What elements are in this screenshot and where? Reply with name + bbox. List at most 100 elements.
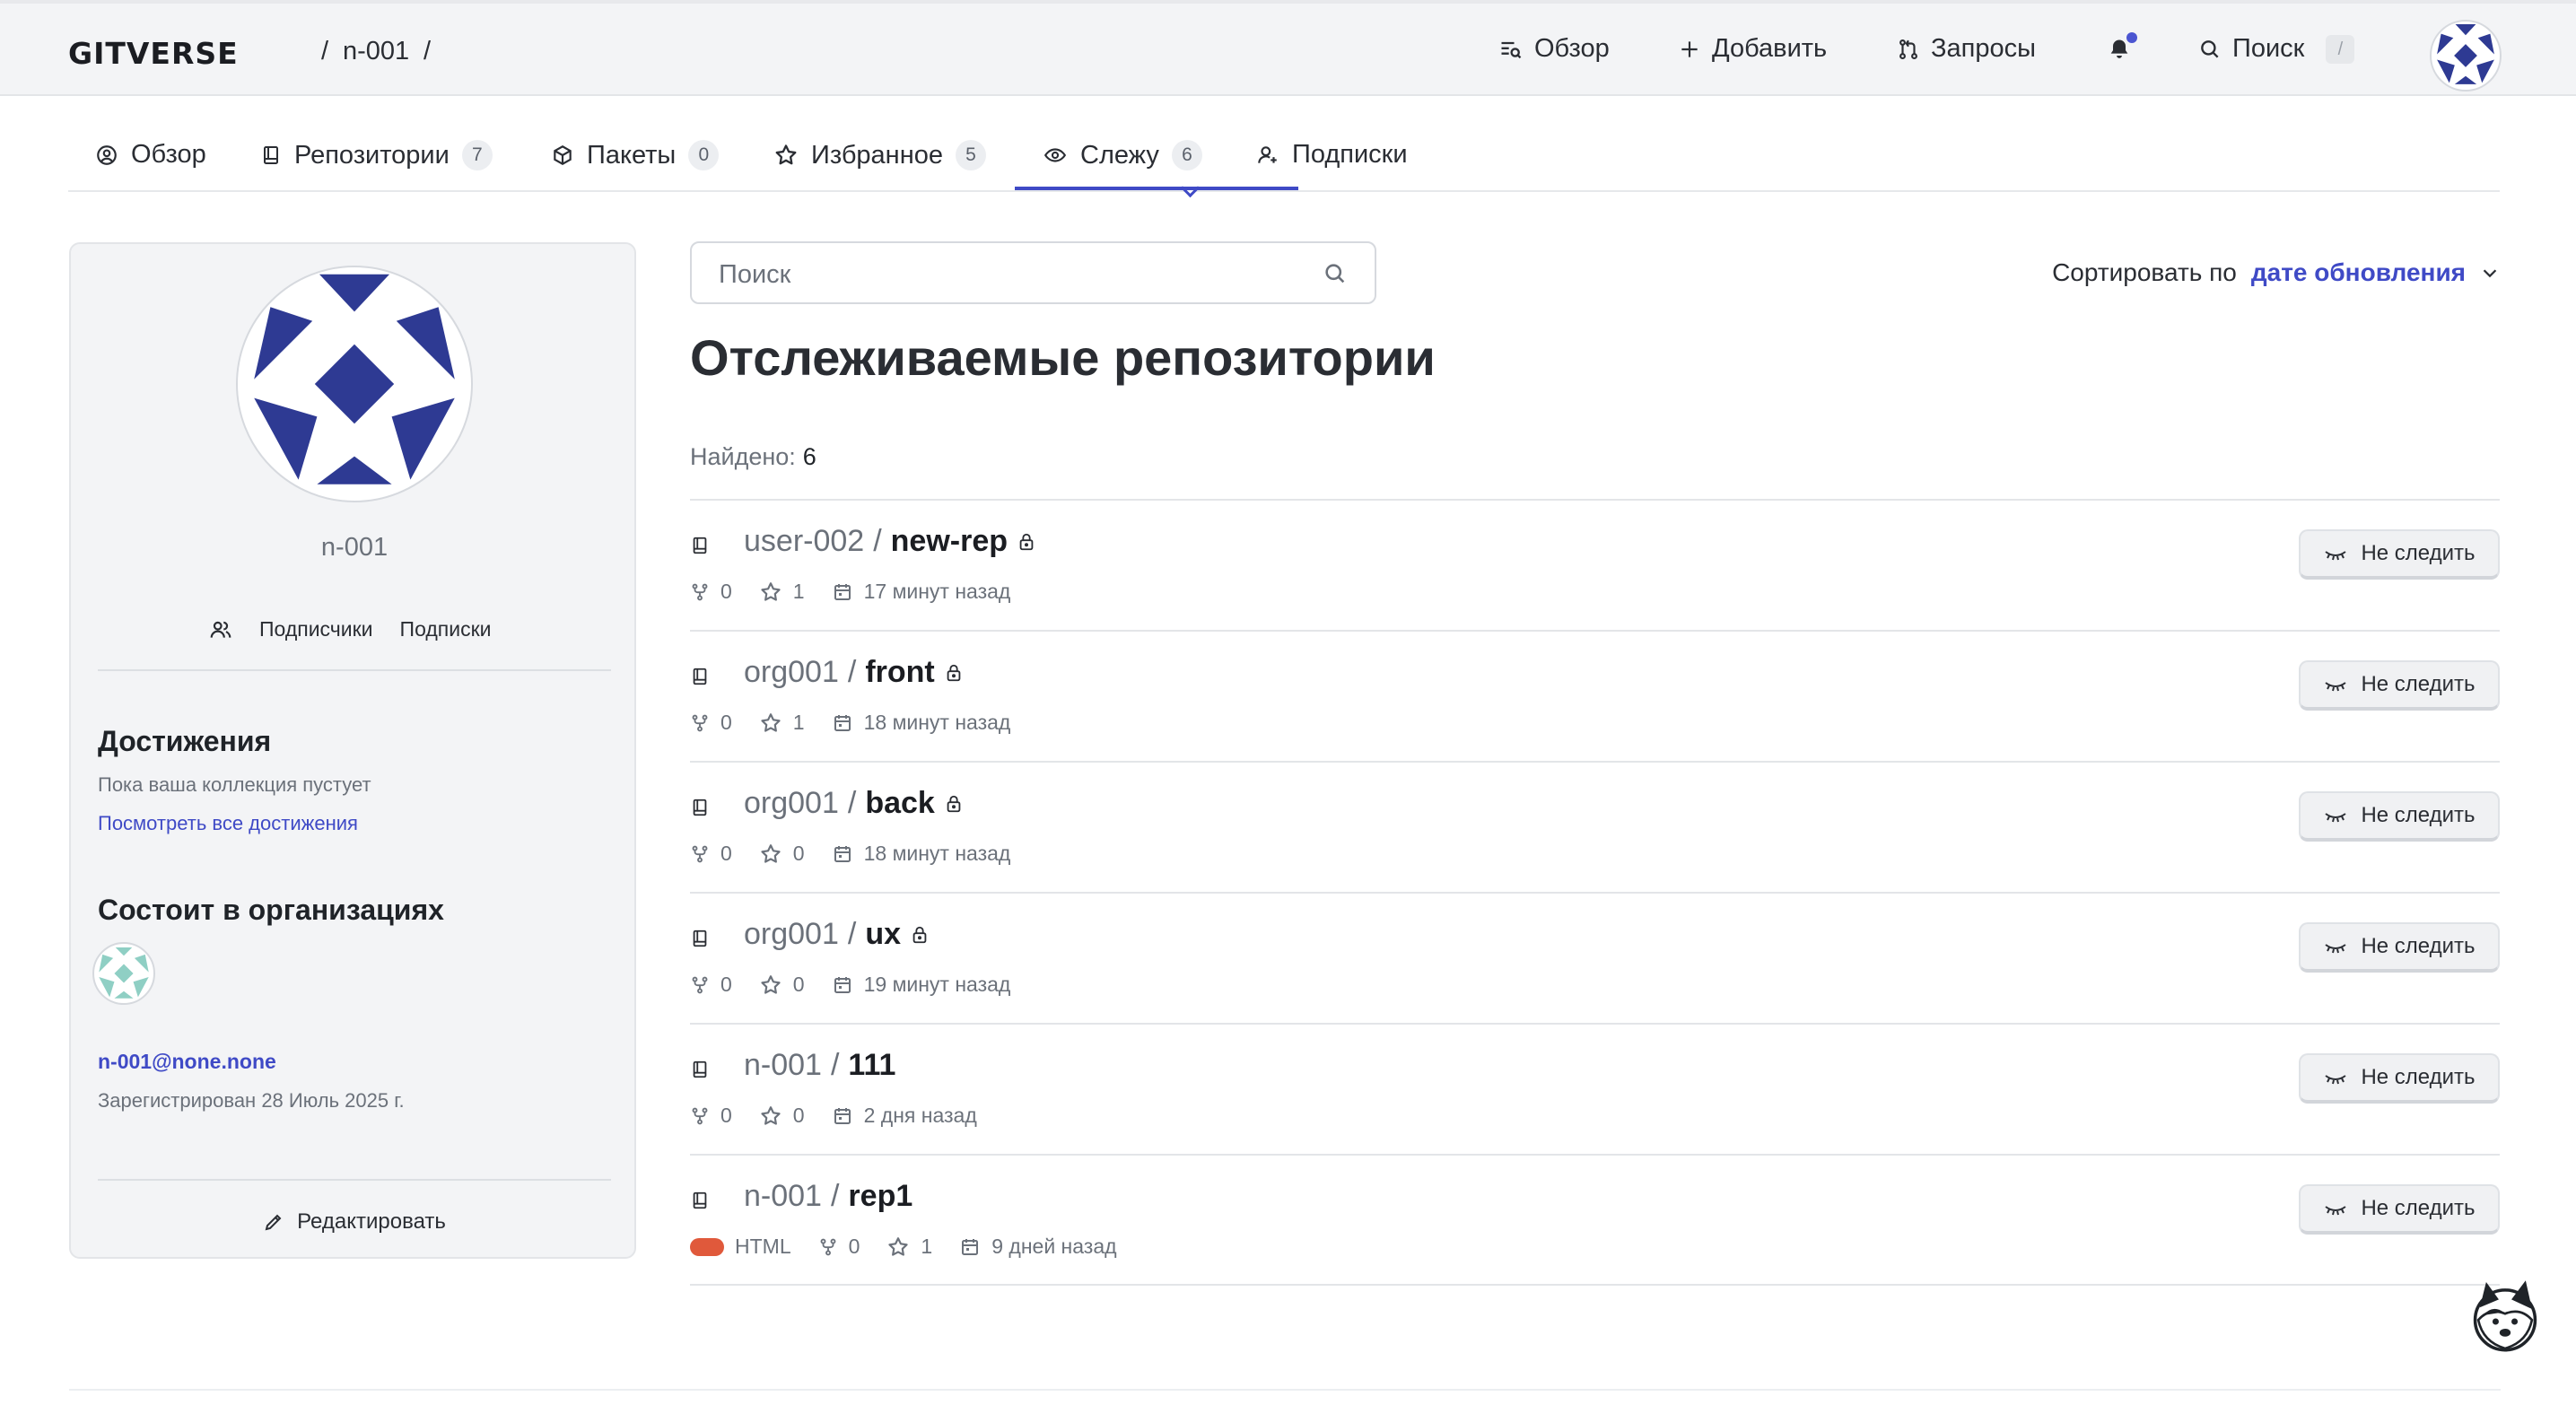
unwatch-button[interactable]: Не следить (2299, 660, 2500, 711)
repo-name[interactable]: new-rep (891, 524, 1008, 559)
repo-meta: 0 1 18 минут назад (690, 711, 1037, 735)
tab-repositories[interactable]: Репозитории 7 (260, 140, 493, 170)
unwatch-button[interactable]: Не следить (2299, 922, 2500, 973)
breadcrumb-user[interactable]: n-001 (343, 37, 409, 66)
repo-forks[interactable]: 0 (690, 711, 732, 735)
repo-meta: 0 0 18 минут назад (690, 842, 1037, 866)
edit-profile-button[interactable]: Редактировать (71, 1209, 638, 1235)
breadcrumb-separator: / (424, 37, 432, 65)
repo-title-link[interactable]: org001 / back (744, 786, 964, 821)
repo-name[interactable]: ux (865, 917, 901, 952)
unwatch-button[interactable]: Не следить (2299, 1184, 2500, 1235)
calendar-icon (832, 581, 853, 603)
profile-avatar (236, 266, 473, 502)
eye-icon (1043, 144, 1068, 167)
repo-meta: 0 1 17 минут назад (690, 580, 1037, 604)
repo-stars[interactable]: 0 (759, 973, 805, 997)
search-icon (2198, 38, 2222, 61)
plus-icon (1678, 38, 1701, 61)
tab-count-badge: 7 (461, 140, 493, 170)
unwatch-button[interactable]: Не следить (2299, 1053, 2500, 1104)
repo-owner[interactable]: org001 (744, 917, 839, 952)
repo-updated: 2 дня назад (832, 1104, 977, 1128)
tab-packages[interactable]: Пакеты 0 (551, 140, 720, 170)
lock-icon (944, 662, 964, 684)
repo-meta: 0 0 2 дня назад (690, 1104, 1004, 1128)
star-icon (759, 580, 782, 604)
repo-language: HTML (690, 1235, 791, 1259)
repo-stars[interactable]: 1 (759, 711, 805, 735)
nav-requests-label: Запросы (1931, 34, 2036, 63)
eye-closed-icon (2323, 938, 2348, 956)
tab-subscriptions[interactable]: Подписки (1256, 140, 1408, 170)
unwatch-label: Не следить (2361, 803, 2476, 827)
repo-stars[interactable]: 0 (759, 842, 805, 866)
repo-owner[interactable]: n-001 (744, 1179, 822, 1214)
user-avatar-button[interactable] (2430, 20, 2502, 92)
repo-forks[interactable]: 0 (818, 1235, 860, 1259)
repo-title-link[interactable]: n-001 / rep1 (744, 1179, 913, 1214)
repo-forks[interactable]: 0 (690, 1104, 732, 1128)
search-icon[interactable] (1323, 261, 1348, 286)
star-icon (773, 143, 799, 168)
repo-forks[interactable]: 0 (690, 842, 732, 866)
tab-favorites[interactable]: Избранное 5 (773, 140, 986, 170)
repo-path-separator: / (847, 655, 857, 689)
lock-icon (910, 924, 930, 946)
repo-forks[interactable]: 0 (690, 580, 732, 604)
repo-owner[interactable]: user-002 (744, 524, 864, 559)
profile-email[interactable]: n-001@none.none (98, 1050, 276, 1074)
repo-name[interactable]: front (865, 655, 934, 690)
nav-requests-button[interactable]: Запросы (1897, 34, 2036, 64)
sidebar-divider (98, 1179, 611, 1181)
nav-add-button[interactable]: Добавить (1678, 34, 1827, 64)
repo-owner[interactable]: org001 (744, 655, 839, 690)
chevron-down-icon[interactable] (2480, 263, 2500, 283)
repo-title-link[interactable]: user-002 / new-rep (744, 524, 1036, 559)
star-count: 0 (792, 842, 805, 865)
unwatch-label: Не следить (2361, 1196, 2476, 1220)
tab-overview[interactable]: Обзор (95, 140, 206, 170)
achievements-link[interactable]: Посмотреть все достижения (98, 812, 358, 835)
unwatch-button[interactable]: Не следить (2299, 529, 2500, 580)
repo-search-input[interactable] (717, 259, 1295, 291)
lock-icon (1017, 531, 1036, 553)
unwatch-label: Не следить (2361, 934, 2476, 958)
star-count: 0 (792, 973, 805, 996)
followers-link[interactable]: Подписчики (259, 617, 373, 641)
notification-dot (2126, 32, 2137, 43)
star-icon (759, 711, 782, 735)
repo-title-link[interactable]: org001 / ux (744, 917, 930, 952)
repo-name[interactable]: back (865, 786, 935, 821)
repo-row: user-002 / new-rep 0 1 17 минут назад Не… (690, 499, 2500, 631)
avatar-icon (240, 269, 469, 499)
repo-stars[interactable]: 0 (759, 1104, 805, 1128)
tab-watching[interactable]: Слежу 6 (1043, 140, 1202, 170)
nav-overview-button[interactable]: Обзор (1498, 34, 1610, 64)
repo-title-link[interactable]: n-001 / 111 (744, 1048, 895, 1083)
repo-owner[interactable]: n-001 (744, 1048, 822, 1083)
repo-icon (690, 535, 710, 556)
nav-overview-label: Обзор (1534, 34, 1610, 63)
star-count: 0 (792, 1104, 805, 1127)
unwatch-label: Не следить (2361, 1065, 2476, 1089)
repo-name[interactable]: 111 (848, 1048, 895, 1083)
following-link[interactable]: Подписки (400, 617, 492, 641)
assistant-mascot-button[interactable] (2466, 1276, 2545, 1355)
repo-stars[interactable]: 1 (886, 1235, 932, 1259)
sort-dropdown[interactable]: дате обновления (2251, 258, 2466, 287)
nav-search-button[interactable]: Поиск / (2198, 34, 2355, 64)
repo-name[interactable]: rep1 (848, 1179, 913, 1214)
updated-time: 19 минут назад (863, 973, 1011, 996)
lock-icon (944, 793, 964, 815)
notifications-button[interactable] (2107, 32, 2137, 63)
eye-closed-icon (2323, 1069, 2348, 1086)
gitverse-logo[interactable]: GITVERSE (68, 36, 239, 71)
repo-title-link[interactable]: org001 / front (744, 655, 964, 690)
organization-avatar[interactable] (92, 942, 155, 1005)
repo-owner[interactable]: org001 (744, 786, 839, 821)
fork-icon (818, 1236, 838, 1258)
unwatch-button[interactable]: Не следить (2299, 791, 2500, 842)
repo-forks[interactable]: 0 (690, 973, 732, 997)
repo-stars[interactable]: 1 (759, 580, 805, 604)
